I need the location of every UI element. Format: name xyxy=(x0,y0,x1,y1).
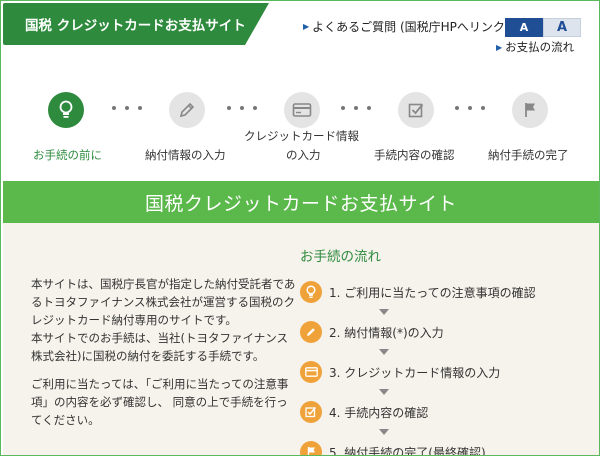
intro-line: 本サイトは、国税庁長官が指定した納付受託者であ xyxy=(31,277,296,291)
faq-link-label[interactable]: よくあるご質問 (国税庁HPへリンク) xyxy=(312,18,509,35)
flow-step-4: 4. 手続内容の確認 xyxy=(300,398,428,426)
step-4-checkbox-icon xyxy=(398,92,434,128)
intro-line: てください。 xyxy=(31,413,100,427)
down-arrow-icon xyxy=(379,429,389,435)
site-title-tab[interactable]: 国税 クレジットカードお支払サイト xyxy=(3,3,269,45)
lightbulb-icon xyxy=(300,281,322,303)
triangle-right-icon: ▶ xyxy=(303,22,310,31)
flow-step-label: 2. 納付情報(*)の入力 xyxy=(329,325,444,340)
step-2-pencil-icon xyxy=(169,92,205,128)
intro-text: 本サイトは、国税庁長官が指定した納付受託者であ るトヨタファイナンス株式会社が運… xyxy=(31,275,303,439)
step-3-credit-card-icon xyxy=(284,92,320,128)
down-arrow-icon xyxy=(379,309,389,315)
intro-line: 本サイトでのお手続は、当社(トヨタファイナンス xyxy=(31,331,289,345)
flag-icon xyxy=(300,441,322,455)
down-arrow-icon xyxy=(379,349,389,355)
flow-step-label: 1. ご利用に当たっての注意事項の確認 xyxy=(329,285,536,300)
step-connector-dots xyxy=(112,106,142,110)
payment-flow-link-label[interactable]: お支払の流れ xyxy=(505,39,574,55)
page-frame: 国税 クレジットカードお支払サイト ▶ よくあるご質問 (国税庁HPへリンク) … xyxy=(0,0,600,456)
step-5-flag-icon xyxy=(512,92,548,128)
step-label-before-procedure: お手続の前に xyxy=(33,148,102,162)
step-label-complete: 納付手続の完了 xyxy=(488,148,569,162)
intro-line: 項」の内容を必ず確認し、 同意の上で手続を行っ xyxy=(31,395,288,409)
intro-line: レジットカード納付専用のサイトです。 xyxy=(31,313,237,327)
step-label-payment-info: 納付情報の入力 xyxy=(145,148,226,162)
triangle-right-icon: ▶ xyxy=(496,42,503,52)
flow-step-3: 3. クレジットカード情報の入力 xyxy=(300,358,500,386)
flow-step-label: 5. 納付手続の完了(最終確認) xyxy=(329,445,486,456)
flow-step-5: 5. 納付手続の完了(最終確認) xyxy=(300,438,486,456)
checkbox-icon xyxy=(300,401,322,423)
font-size-large-button[interactable]: A xyxy=(543,18,581,37)
intro-line: 株式会社)に国税の納付を委託する手続です。 xyxy=(31,349,265,363)
payment-flow-link[interactable]: ▶ お支払の流れ xyxy=(496,39,574,55)
step-label-confirm: 手続内容の確認 xyxy=(374,148,455,162)
step-1-lightbulb-icon xyxy=(48,92,84,128)
intro-paragraph-1: 本サイトは、国税庁長官が指定した納付受託者であ るトヨタファイナンス株式会社が運… xyxy=(31,275,303,365)
font-size-small-button[interactable]: A xyxy=(505,18,543,37)
flow-step-label: 3. クレジットカード情報の入力 xyxy=(329,365,501,380)
step-connector-dots xyxy=(455,106,485,110)
credit-card-icon xyxy=(300,361,322,383)
page-title-banner: 国税クレジットカードお支払サイト xyxy=(3,181,599,223)
flow-step-1: 1. ご利用に当たっての注意事項の確認 xyxy=(300,278,536,306)
flow-step-2: 2. 納付情報(*)の入力 xyxy=(300,318,444,346)
intro-line: るトヨタファイナンス株式会社が運営する国税のク xyxy=(31,295,296,309)
down-arrow-icon xyxy=(379,389,389,395)
faq-link[interactable]: ▶ よくあるご質問 (国税庁HPへリンク) xyxy=(303,18,510,35)
intro-paragraph-2: ご利用に当たっては、「ご利用に当たっての注意事 項」の内容を必ず確認し、 同意の… xyxy=(31,375,303,429)
intro-line: ご利用に当たっては、「ご利用に当たっての注意事 xyxy=(31,377,289,391)
flow-step-label: 4. 手続内容の確認 xyxy=(329,405,429,420)
step-label-card-info-line2: の入力 xyxy=(286,148,321,162)
procedure-flow-title: お手続の流れ xyxy=(300,249,381,265)
main-content: 本サイトは、国税庁長官が指定した納付受託者であ るトヨタファイナンス株式会社が運… xyxy=(3,223,599,456)
step-label-card-info-line1: クレジットカード情報 xyxy=(244,129,359,143)
pencil-icon xyxy=(300,321,322,343)
step-connector-dots xyxy=(341,106,371,110)
step-connector-dots xyxy=(227,106,257,110)
